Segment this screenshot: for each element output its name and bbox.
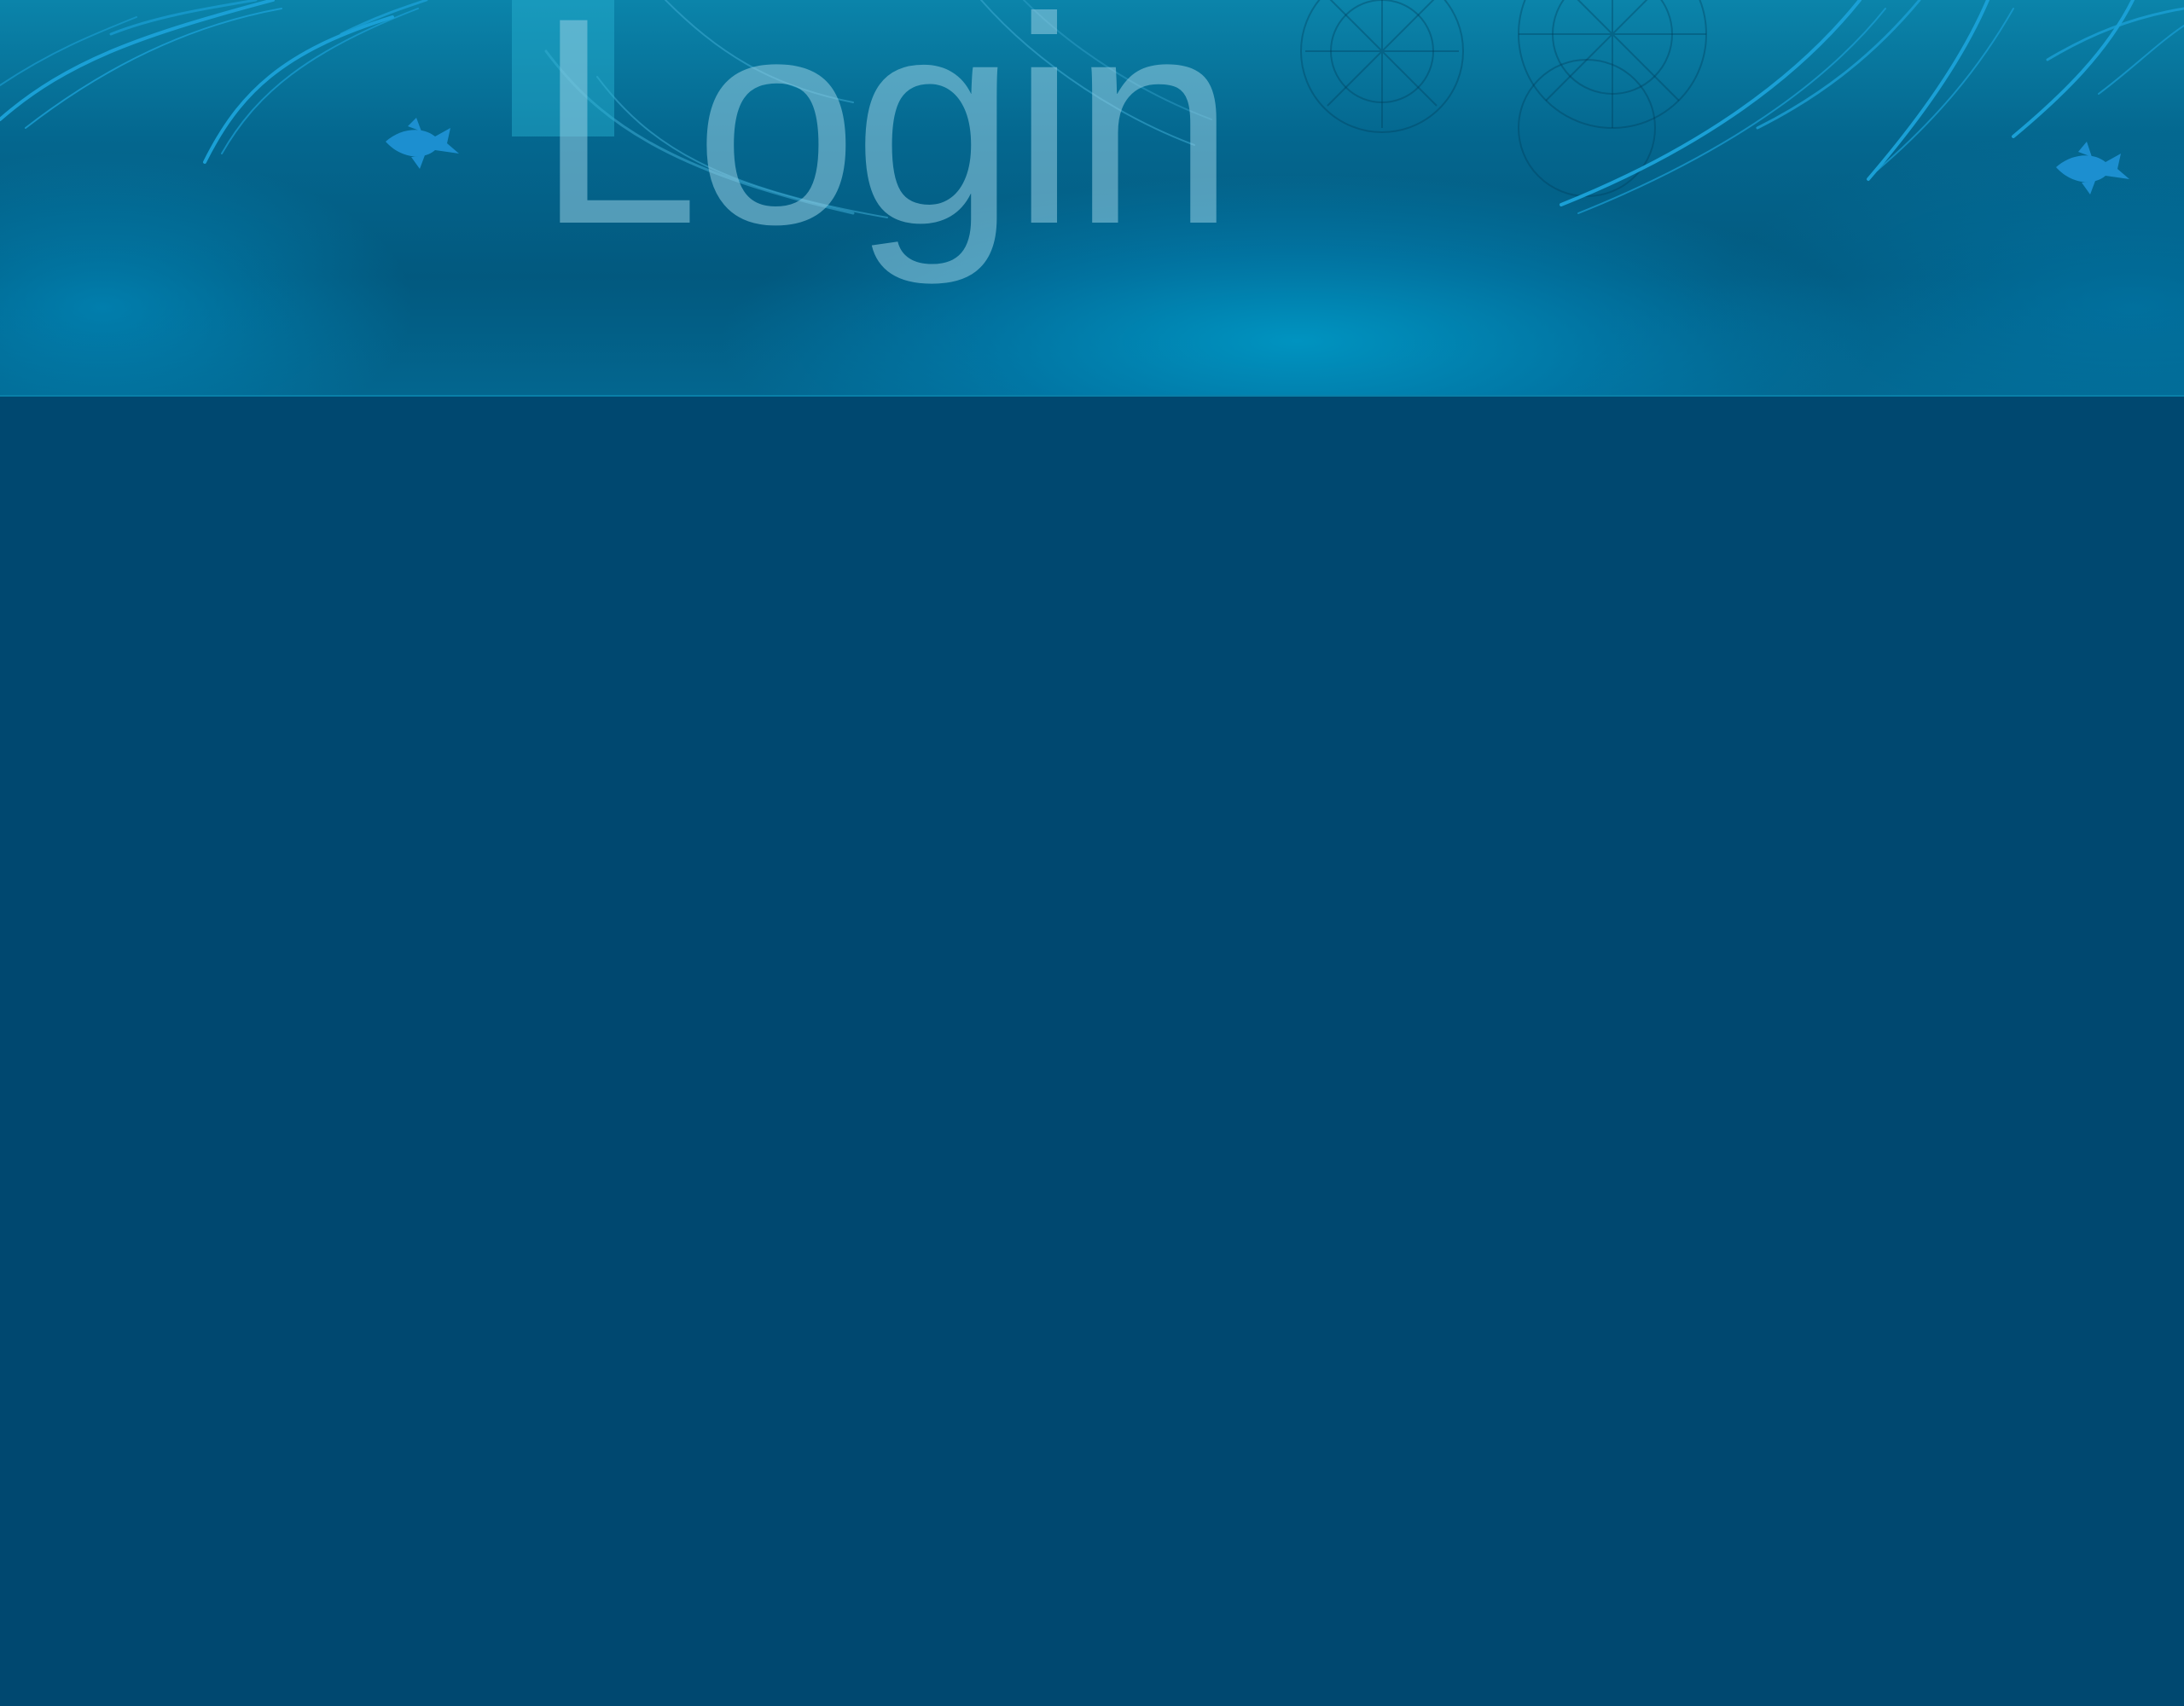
- header-banner: Login: [0, 0, 2184, 395]
- main-content: [0, 397, 2184, 1706]
- fish-icon: [2056, 142, 2129, 194]
- fish-icon: [386, 118, 459, 169]
- page-title: Login: [536, 0, 1235, 286]
- login-page: Login: [0, 0, 2184, 1706]
- left-swirl-decoration: [0, 0, 428, 164]
